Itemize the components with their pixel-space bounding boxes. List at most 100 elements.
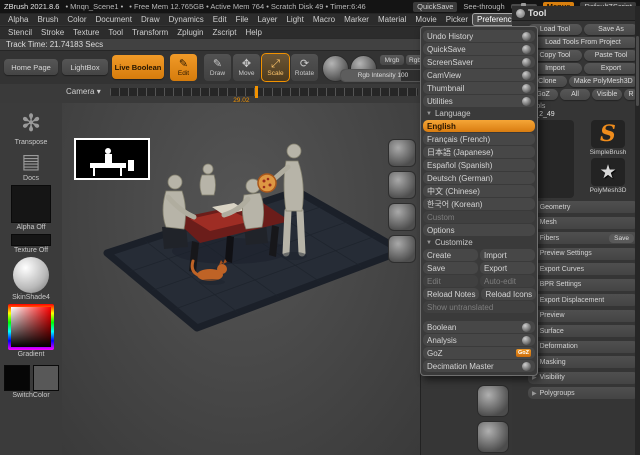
customize-auto-edit[interactable]: Auto-edit bbox=[480, 275, 535, 287]
language-option--chinese-[interactable]: 中文 (Chinese) bbox=[423, 185, 535, 197]
customize-create[interactable]: Create bbox=[423, 249, 478, 261]
section-surface[interactable]: ▶Surface bbox=[528, 325, 638, 337]
quicksave-button[interactable]: QuickSave bbox=[413, 1, 458, 12]
language-option-espa-ol-spanish-[interactable]: Español (Spanish) bbox=[423, 159, 535, 171]
menu-texture[interactable]: Texture bbox=[69, 27, 103, 38]
menu-light[interactable]: Light bbox=[282, 14, 307, 25]
pref-item-thumbnail[interactable]: Thumbnail bbox=[423, 82, 535, 94]
menu-zscript[interactable]: Zscript bbox=[208, 27, 240, 38]
quick-pick-simplebrush[interactable]: S SimpleBrush bbox=[590, 120, 626, 156]
pref-item-quicksave[interactable]: QuickSave bbox=[423, 43, 535, 55]
pref-item-utilities[interactable]: Utilities bbox=[423, 95, 535, 107]
language-option-deutsch-german-[interactable]: Deutsch (German) bbox=[423, 172, 535, 184]
customize-export[interactable]: Export bbox=[480, 262, 535, 274]
menu-dynamics[interactable]: Dynamics bbox=[165, 14, 208, 25]
pref-item-camview[interactable]: CamView bbox=[423, 69, 535, 81]
scrollbar-handle[interactable] bbox=[636, 36, 639, 106]
camera-dropdown[interactable]: Camera ▾ bbox=[66, 87, 101, 96]
color-picker[interactable] bbox=[8, 304, 54, 350]
customize-reload-icons[interactable]: Reload Icons bbox=[481, 288, 537, 300]
material-sphere[interactable] bbox=[13, 257, 49, 293]
menu-marker[interactable]: Marker bbox=[340, 14, 373, 25]
section-bpr-settings[interactable]: ▶BPR Settings bbox=[528, 278, 638, 291]
scale-mode-button[interactable]: ⤢ Scale bbox=[261, 53, 290, 82]
menu-tool[interactable]: Tool bbox=[104, 27, 127, 38]
menu-draw[interactable]: Draw bbox=[137, 14, 164, 25]
menu-macro[interactable]: Macro bbox=[309, 14, 339, 25]
right-shelf-icon-2[interactable] bbox=[388, 171, 416, 199]
move-mode-button[interactable]: ✥ Move bbox=[233, 54, 260, 81]
menu-zplugin[interactable]: Zplugin bbox=[173, 27, 207, 38]
tool-btn-paste-tool[interactable]: Paste Tool bbox=[584, 50, 638, 61]
menu-layer[interactable]: Layer bbox=[253, 14, 281, 25]
pref-item-boolean[interactable]: Boolean bbox=[423, 321, 535, 333]
menu-help[interactable]: Help bbox=[241, 27, 265, 38]
pref-item-screensaver[interactable]: ScreenSaver bbox=[423, 56, 535, 68]
tool-btn-make-polymesh3d[interactable]: Make PolyMesh3D bbox=[568, 76, 638, 87]
alpha-swatch[interactable] bbox=[11, 185, 51, 223]
right-shelf-icon-3[interactable] bbox=[388, 203, 416, 231]
language-section-header[interactable]: ▼ Language bbox=[423, 108, 535, 119]
edit-button[interactable]: ✎ Edit bbox=[170, 54, 197, 81]
section-export-curves[interactable]: ▶Export Curves bbox=[528, 263, 638, 275]
tool-btn-visible[interactable]: Visible bbox=[592, 89, 622, 100]
tool-btn-export[interactable]: Export bbox=[584, 63, 638, 74]
menu-material[interactable]: Material bbox=[374, 14, 410, 25]
customize-reload-notes[interactable]: Reload Notes bbox=[423, 288, 480, 300]
language-option-fran-ais-french-[interactable]: Français (French) bbox=[423, 133, 535, 145]
menu-stroke[interactable]: Stroke bbox=[37, 27, 68, 38]
tool-btn-load-tools-from-project[interactable]: Load Tools From Project bbox=[528, 37, 638, 48]
section-polygroups[interactable]: ▶ Polygroups bbox=[528, 387, 638, 399]
menu-file[interactable]: File bbox=[232, 14, 253, 25]
language-option--korean-[interactable]: 한국어 (Korean) bbox=[423, 198, 535, 210]
timeline-track[interactable]: 29.02 bbox=[110, 86, 418, 104]
right-shelf-icon-4[interactable] bbox=[388, 235, 416, 263]
language-option-custom[interactable]: Custom bbox=[423, 211, 535, 223]
section-export-displacement[interactable]: ▶Export Displacement bbox=[528, 294, 638, 306]
menu-picker[interactable]: Picker bbox=[442, 14, 472, 25]
menu-edit[interactable]: Edit bbox=[209, 14, 231, 25]
window-scrollbar[interactable] bbox=[635, 6, 640, 455]
texture-swatch[interactable] bbox=[11, 234, 51, 246]
section-masking[interactable]: ▶Masking bbox=[528, 356, 638, 368]
menu-alpha[interactable]: Alpha bbox=[4, 14, 32, 25]
show-untranslated-toggle[interactable]: Show untranslated bbox=[423, 301, 535, 313]
section-geometry[interactable]: ▶Geometry bbox=[528, 201, 638, 213]
right-shelf-icon-1[interactable] bbox=[388, 139, 416, 167]
customize-import[interactable]: Import bbox=[480, 249, 535, 261]
section-fibers[interactable]: ▶FibersSave bbox=[528, 232, 638, 244]
timeline-marker[interactable] bbox=[254, 86, 258, 98]
docs-icon[interactable]: ▤ bbox=[22, 149, 41, 174]
viewport-canvas[interactable] bbox=[62, 103, 420, 455]
rgb-intensity-slider[interactable]: Rgb Intensity 100 bbox=[340, 69, 426, 82]
tool-palette-header[interactable]: Tool bbox=[512, 6, 640, 21]
language-option-english[interactable]: English bbox=[423, 120, 535, 132]
language-option-options[interactable]: Options bbox=[423, 224, 535, 236]
pref-item-decimation-master[interactable]: Decimation Master bbox=[423, 360, 535, 372]
pref-item-undo-history[interactable]: Undo History bbox=[423, 30, 535, 42]
quick-pick-polymesh3d[interactable]: ★ PolyMesh3D bbox=[590, 158, 626, 194]
section-preview-settings[interactable]: ▶Preview Settings bbox=[528, 247, 638, 260]
mrgb-button[interactable]: Mrgb bbox=[380, 55, 404, 65]
pref-item-goz[interactable]: GoZ GoZ bbox=[423, 347, 535, 359]
fibers-save-button[interactable]: Save bbox=[609, 233, 634, 243]
rotate-mode-button[interactable]: ⟳ Rotate bbox=[291, 54, 318, 81]
customize-edit[interactable]: Edit bbox=[423, 275, 478, 287]
secondary-color-swatch[interactable] bbox=[32, 365, 59, 391]
tool-btn-all[interactable]: All bbox=[560, 89, 590, 100]
customize-save[interactable]: Save bbox=[423, 262, 478, 274]
menu-transform[interactable]: Transform bbox=[128, 27, 172, 38]
menu-stencil[interactable]: Stencil bbox=[4, 27, 36, 38]
tray-thumbnail-icon-2[interactable] bbox=[477, 421, 509, 453]
section-visibility[interactable]: ▶ Visibility bbox=[528, 371, 638, 384]
lightbox-button[interactable]: LightBox bbox=[62, 59, 108, 75]
live-boolean-button[interactable]: Live Boolean bbox=[112, 55, 164, 79]
menu-movie[interactable]: Movie bbox=[411, 14, 440, 25]
menu-document[interactable]: Document bbox=[92, 14, 136, 25]
tool-btn-save-as[interactable]: Save As bbox=[584, 24, 638, 35]
section-preview[interactable]: ▶Preview bbox=[528, 309, 638, 322]
section-deformation[interactable]: ▶Deformation bbox=[528, 340, 638, 353]
section-mesh[interactable]: ▶Mesh bbox=[528, 216, 638, 229]
tray-thumbnail-icon-1[interactable] bbox=[477, 385, 509, 417]
draw-mode-button[interactable]: ✎ Draw bbox=[204, 54, 231, 81]
